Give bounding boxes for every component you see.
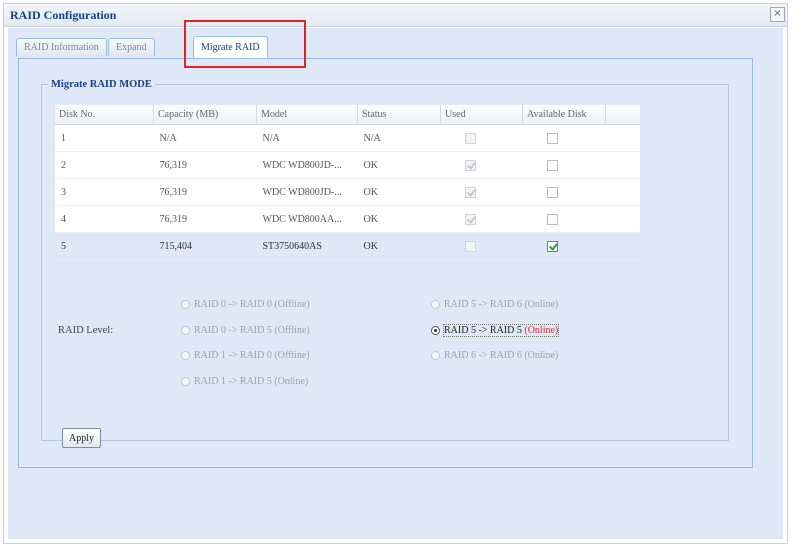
raid-level-label: RAID Level:: [58, 325, 114, 336]
cell-status: OK: [357, 232, 441, 260]
radio-icon: [181, 351, 190, 361]
radio-raid6-to-raid6[interactable]: RAID 6 -> RAID 6 (Online): [431, 350, 558, 361]
tab-expand[interactable]: Expand: [108, 38, 155, 56]
section-legend: Migrate RAID MODE: [51, 79, 152, 90]
cell-used: [440, 124, 523, 152]
tab-raid-information[interactable]: RAID Information: [16, 38, 107, 56]
cell-available: [522, 151, 606, 179]
raid-configuration-window: RAID Configuration × RAID Information Ex…: [3, 3, 788, 544]
table-row-selected[interactable]: 5 715,404 ST3750640AS OK: [55, 232, 640, 260]
cell-used: [440, 151, 523, 179]
used-checkbox: [464, 159, 476, 171]
cell-available: [522, 232, 606, 260]
close-icon[interactable]: ×: [770, 7, 785, 22]
cell-model: WDC WD800JD-...: [256, 178, 358, 206]
col-capacity: Capacity (MB): [153, 105, 257, 125]
window-title: RAID Configuration: [10, 8, 117, 22]
cell-disk-no: 1: [55, 124, 154, 152]
cell-model: N/A: [256, 124, 358, 152]
used-checkbox: [464, 186, 476, 198]
col-used: Used: [440, 105, 523, 125]
col-model: Model: [256, 105, 358, 125]
used-checkbox: [464, 132, 476, 144]
cell-used: [440, 178, 523, 206]
cell-used: [440, 232, 523, 260]
tab-migrate-raid[interactable]: Migrate RAID: [193, 36, 268, 58]
cell-model: WDC WD800JD-...: [256, 151, 358, 179]
available-disk-checkbox[interactable]: [546, 132, 558, 144]
cell-status: OK: [357, 178, 441, 206]
col-status: Status: [357, 105, 441, 125]
table-row[interactable]: 4 76,319 WDC WD800AA... OK: [55, 205, 640, 233]
table-header-row: Disk No. Capacity (MB) Model Status Used…: [55, 105, 640, 125]
apply-button[interactable]: Apply: [62, 428, 101, 448]
cell-available: [522, 178, 606, 206]
radio-raid0-to-raid0[interactable]: RAID 0 -> RAID 0 (Offline): [181, 299, 310, 310]
cell-used: [440, 205, 523, 233]
cell-available: [522, 205, 606, 233]
radio-raid1-to-raid0[interactable]: RAID 1 -> RAID 0 (Offline): [181, 350, 310, 361]
cell-disk-no: 2: [55, 151, 154, 179]
radio-icon: [431, 300, 440, 310]
table-row[interactable]: 2 76,319 WDC WD800JD-... OK: [55, 151, 640, 179]
cell-capacity: 76,319: [153, 205, 257, 233]
available-disk-checkbox[interactable]: [546, 186, 558, 198]
radio-icon: [181, 300, 190, 310]
tab-strip: RAID Information Expand Migrate RAID: [16, 34, 775, 58]
migrate-raid-mode-fieldset: Migrate RAID MODE Disk No. Capacity (MB)…: [41, 79, 729, 441]
migrate-raid-panel: Migrate RAID MODE Disk No. Capacity (MB)…: [18, 58, 753, 468]
used-checkbox: [464, 213, 476, 225]
cell-status: OK: [357, 151, 441, 179]
cell-disk-no: 3: [55, 178, 154, 206]
radio-raid0-to-raid5[interactable]: RAID 0 -> RAID 5 (Offline): [181, 325, 310, 336]
radio-raid5-to-raid5[interactable]: RAID 5 -> RAID 5 (Online): [431, 324, 560, 337]
radio-icon: [181, 326, 190, 336]
cell-status: OK: [357, 205, 441, 233]
cell-status: N/A: [357, 124, 441, 152]
available-disk-checkbox[interactable]: [546, 213, 558, 225]
col-available-disk: Available Disk: [522, 105, 606, 125]
radio-selected-icon: [431, 326, 440, 336]
table-row[interactable]: 3 76,319 WDC WD800JD-... OK: [55, 178, 640, 206]
col-filler: [605, 105, 640, 125]
cell-available: [522, 124, 606, 152]
radio-icon: [181, 377, 190, 387]
used-checkbox: [464, 240, 476, 252]
title-bar: RAID Configuration ×: [4, 4, 787, 27]
cell-model: ST3750640AS: [256, 232, 358, 260]
cell-capacity: 715,404: [153, 232, 257, 260]
cell-disk-no: 4: [55, 205, 154, 233]
cell-model: WDC WD800AA...: [256, 205, 358, 233]
radio-icon: [431, 351, 440, 361]
table-row[interactable]: 1 N/A N/A N/A: [55, 124, 640, 152]
col-disk-no: Disk No.: [55, 105, 154, 125]
radio-raid1-to-raid5[interactable]: RAID 1 -> RAID 5 (Online): [181, 376, 308, 387]
disk-table: Disk No. Capacity (MB) Model Status Used…: [55, 105, 640, 260]
available-disk-checkbox[interactable]: [546, 240, 558, 252]
cell-capacity: 76,319: [153, 178, 257, 206]
radio-raid5-to-raid6[interactable]: RAID 5 -> RAID 6 (Online): [431, 299, 558, 310]
window-body: RAID Information Expand Migrate RAID Mig…: [8, 28, 783, 539]
available-disk-checkbox[interactable]: [546, 159, 558, 171]
cell-disk-no: 5: [55, 232, 154, 260]
cell-capacity: N/A: [153, 124, 257, 152]
cell-capacity: 76,319: [153, 151, 257, 179]
